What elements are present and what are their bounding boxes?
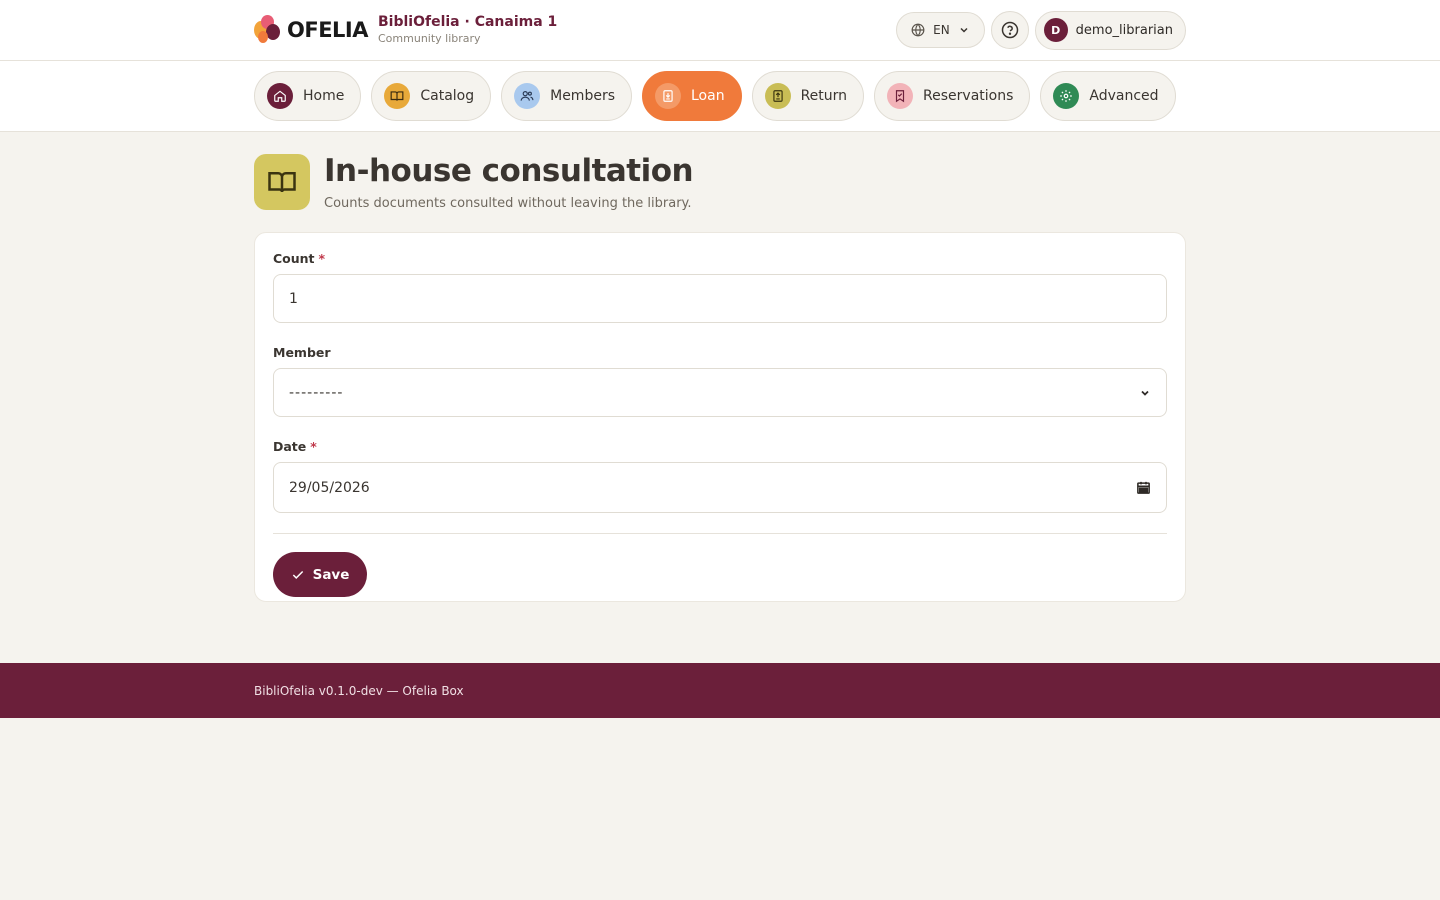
users-icon	[514, 83, 541, 109]
logo-word: OFELIA	[287, 18, 369, 42]
nav-loan[interactable]: Loan	[642, 71, 742, 121]
required-mark: *	[310, 439, 317, 455]
nav-catalog[interactable]: Catalog	[371, 71, 492, 121]
nav-members[interactable]: Members	[501, 71, 632, 121]
help-button[interactable]	[990, 11, 1029, 49]
nav-advanced-label: Advanced	[1089, 88, 1159, 104]
brand[interactable]: OFELIA BibliOfelia · Canaima 1 Community…	[254, 14, 558, 45]
avatar: D	[1043, 18, 1068, 42]
library-type: Community library	[378, 31, 481, 45]
page-header: In-house consultation Counts documents c…	[254, 154, 1186, 211]
member-label: Member	[273, 345, 331, 361]
nav-loan-label: Loan	[691, 88, 725, 104]
nav-catalog-label: Catalog	[420, 88, 475, 104]
book-icon	[384, 83, 411, 109]
ofelia-logo-icon	[254, 15, 284, 45]
username: demo_librarian	[1075, 22, 1173, 38]
nav-advanced[interactable]: Advanced	[1040, 71, 1176, 121]
footer-version: BibliOfelia v0.1.0-dev — Ofelia Box	[254, 683, 464, 698]
nav-reservations-label: Reservations	[923, 88, 1014, 104]
calendar-icon[interactable]	[1136, 480, 1151, 495]
count-input[interactable]: 1	[273, 274, 1167, 324]
nav-home[interactable]: Home	[254, 71, 362, 121]
chevron-down-icon	[1141, 390, 1149, 396]
main-content: In-house consultation Counts documents c…	[254, 154, 1186, 603]
bookmark-icon	[887, 83, 914, 109]
count-value: 1	[289, 290, 298, 307]
divider	[273, 533, 1167, 535]
return-icon	[764, 83, 791, 109]
footer: BibliOfelia v0.1.0-dev — Ofelia Box	[0, 663, 1440, 718]
page-subtitle: Counts documents consulted without leavi…	[324, 196, 692, 212]
help-icon	[1001, 21, 1018, 39]
globe-icon	[911, 23, 925, 37]
save-button-label: Save	[312, 566, 350, 583]
member-selected-value: ---------	[289, 384, 344, 401]
nav-members-label: Members	[550, 88, 615, 104]
loan-icon	[655, 83, 681, 109]
nav-reservations[interactable]: Reservations	[874, 71, 1031, 121]
language-selector[interactable]: EN	[896, 12, 985, 48]
consultation-form: Count * 1 Member --------- Date * 29/05/20…	[254, 232, 1186, 603]
nav-home-label: Home	[303, 88, 345, 104]
library-name: BibliOfelia · Canaima 1	[378, 14, 558, 31]
home-icon	[267, 83, 293, 109]
main-nav: Home Catalog Members Loan Return Reserva…	[0, 61, 1440, 132]
date-input[interactable]: 29/05/2026	[273, 462, 1167, 514]
page-title: In-house consultation	[324, 153, 694, 189]
app-header: OFELIA BibliOfelia · Canaima 1 Community…	[0, 0, 1440, 61]
nav-return[interactable]: Return	[751, 71, 865, 121]
nav-return-label: Return	[800, 88, 848, 104]
save-button[interactable]: Save	[273, 552, 367, 598]
chevron-down-icon	[960, 27, 968, 33]
date-value: 29/05/2026	[289, 479, 370, 496]
open-book-icon	[254, 154, 310, 210]
check-icon	[292, 570, 303, 579]
user-menu-button[interactable]: D demo_librarian	[1034, 10, 1186, 50]
gear-icon	[1053, 83, 1080, 109]
member-select[interactable]: ---------	[273, 368, 1167, 418]
count-label: Count *	[273, 251, 326, 267]
required-mark: *	[318, 251, 326, 267]
date-label: Date *	[273, 439, 317, 455]
language-code: EN	[933, 23, 950, 37]
logo: OFELIA	[254, 15, 369, 45]
